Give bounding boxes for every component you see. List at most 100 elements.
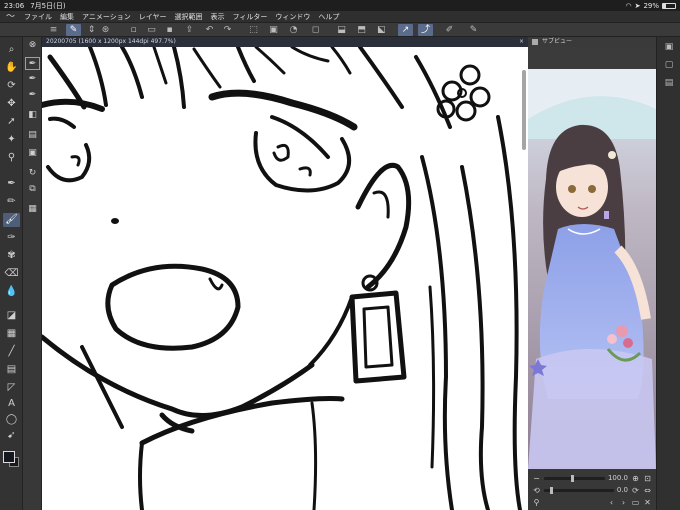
crop-icon[interactable]: ⬒ bbox=[354, 24, 369, 36]
menu-filter[interactable]: フィルター bbox=[233, 12, 268, 22]
subview-tab[interactable]: サブビュー bbox=[528, 37, 656, 47]
flip-icon[interactable]: ⇔ bbox=[643, 486, 652, 495]
tool-palette: ⌕ ✋ ⟳ ✥ ➚ ✦ ⚲ ✒ ✏ 🖌 ✑ ✾ ⌫ 💧 ◪ ▦ ╱ ▤ ◸ A … bbox=[0, 37, 23, 510]
ruler-icon[interactable]: ◸ bbox=[3, 381, 20, 395]
zoom-slider[interactable] bbox=[544, 474, 605, 482]
airbrush-icon[interactable]: ✑ bbox=[3, 231, 20, 245]
move-icon[interactable]: ✥ bbox=[3, 97, 20, 111]
rotation-slider[interactable] bbox=[544, 486, 614, 494]
reference-illustration bbox=[528, 69, 656, 469]
battery-percent: 29% bbox=[643, 1, 659, 10]
sub-tool-layers-icon[interactable]: ⧉ bbox=[25, 183, 40, 196]
decoration-icon[interactable]: ✾ bbox=[3, 249, 20, 263]
pencil-icon[interactable]: ✏ bbox=[3, 195, 20, 209]
blend-icon[interactable]: 💧 bbox=[3, 285, 20, 299]
gradient-icon[interactable]: ▦ bbox=[3, 327, 20, 341]
clear-icon[interactable]: ◻ bbox=[308, 24, 323, 36]
text-icon[interactable]: A bbox=[3, 397, 20, 411]
battery-icon bbox=[662, 2, 676, 9]
rotate-icon[interactable]: ⟳ bbox=[3, 79, 20, 93]
brush-size-icon[interactable]: ◔ bbox=[286, 24, 301, 36]
dock-menu-icon[interactable]: ▣ bbox=[662, 41, 676, 54]
dock-subview-icon[interactable]: ▢ bbox=[662, 59, 676, 72]
sub-tool-history-icon[interactable]: ↻ bbox=[25, 167, 40, 180]
menu-file[interactable]: ファイル bbox=[24, 12, 52, 22]
menu-window[interactable]: ウィンドウ bbox=[275, 12, 310, 22]
stepper-arrows-icon[interactable]: ⇕ bbox=[84, 24, 99, 36]
document-title: 20200705 (1600 x 1200px 144dpi 497.7%) bbox=[46, 38, 176, 45]
sub-tool-material-icon[interactable]: ▦ bbox=[25, 203, 40, 216]
brush-icon[interactable]: 🖌 bbox=[3, 213, 20, 227]
rotate-left-icon[interactable]: ⟲ bbox=[532, 486, 541, 495]
pen-pressure-icon[interactable]: ✐ bbox=[442, 24, 457, 36]
sub-tool-property-icon[interactable]: ▤ bbox=[25, 129, 40, 142]
sub-tool-panel-icon[interactable]: ▣ bbox=[25, 147, 40, 160]
new-file-icon[interactable]: ▫ bbox=[126, 24, 141, 36]
main-color-swatch[interactable] bbox=[3, 451, 15, 463]
hand-icon[interactable]: ✋ bbox=[3, 61, 20, 75]
edit-icon[interactable]: ✎ bbox=[466, 24, 481, 36]
select-all-icon[interactable]: ⬕ bbox=[374, 24, 389, 36]
redo-icon[interactable]: ↷ bbox=[220, 24, 235, 36]
reset-rotation-icon[interactable]: ⟳ bbox=[631, 486, 640, 495]
undo-icon[interactable]: ↶ bbox=[202, 24, 217, 36]
sub-tool-pen-b-icon[interactable]: ✒ bbox=[25, 73, 40, 86]
command-bar: ≡ ✎ ⇕ ⊛ ▫ ▭ ▪ ⇪ ↶ ↷ ⬚ ▣ ◔ ◻ ⬓ ⬒ ⬕ ↗ ⤴ ✐ … bbox=[0, 23, 680, 37]
pen-icon[interactable]: ✒ bbox=[3, 177, 20, 191]
eyedropper-icon[interactable]: ⚲ bbox=[3, 151, 20, 165]
fit-icon[interactable]: ⊡ bbox=[643, 474, 652, 483]
next-image-icon[interactable]: › bbox=[619, 498, 628, 507]
prev-image-icon[interactable]: ‹ bbox=[607, 498, 616, 507]
menu-edit[interactable]: 編集 bbox=[60, 12, 74, 22]
open-folder-icon[interactable]: ▭ bbox=[144, 24, 159, 36]
dock-layer-icon[interactable]: ▤ bbox=[662, 77, 676, 90]
subview-title: サブビュー bbox=[542, 38, 573, 45]
lasso-icon[interactable]: ⬚ bbox=[246, 24, 261, 36]
menu-selection[interactable]: 選択範囲 bbox=[175, 12, 203, 22]
sub-tool-pen-a-icon[interactable]: ✒ bbox=[25, 57, 40, 70]
subview-reference-image[interactable] bbox=[528, 69, 656, 469]
eyedropper-sub-icon[interactable]: ⚲ bbox=[532, 498, 541, 507]
canvas-scrollbar[interactable] bbox=[522, 70, 526, 150]
correct-line-icon[interactable]: ➹ bbox=[3, 429, 20, 443]
balloon-icon[interactable]: ◯ bbox=[3, 413, 20, 427]
menu-help[interactable]: ヘルプ bbox=[318, 12, 339, 22]
quick-access-icon[interactable]: ✎ bbox=[66, 24, 81, 36]
app-logo-icon[interactable]: 〜 bbox=[6, 12, 16, 22]
magic-wand-icon[interactable]: ✦ bbox=[3, 133, 20, 147]
menu-layer[interactable]: レイヤー bbox=[139, 12, 167, 22]
smooth-icon[interactable]: ⤴ bbox=[418, 24, 433, 36]
fill-icon[interactable]: ▣ bbox=[266, 24, 281, 36]
clip-studio-app: 23:06 7月5日(日) ◠ ➤ 29% 〜 ファイル 編集 アニメーション … bbox=[0, 0, 680, 510]
hamburger-icon[interactable]: ≡ bbox=[46, 24, 61, 36]
sub-tool-layer-icon[interactable]: ◧ bbox=[25, 109, 40, 122]
menu-view[interactable]: 表示 bbox=[211, 12, 225, 22]
ios-status-bar: 23:06 7月5日(日) ◠ ➤ 29% bbox=[0, 0, 680, 11]
zoom-out-icon[interactable]: − bbox=[532, 474, 541, 483]
zoom-in-icon[interactable]: ⊕ bbox=[631, 474, 640, 483]
fill-bucket-icon[interactable]: ◪ bbox=[3, 309, 20, 323]
sub-tool-pen-c-icon[interactable]: ✒ bbox=[25, 89, 40, 102]
eraser-icon[interactable]: ⌫ bbox=[3, 267, 20, 281]
subview-header bbox=[528, 47, 656, 69]
settings-icon[interactable]: ⊛ bbox=[98, 24, 113, 36]
transform-icon[interactable]: ⬓ bbox=[334, 24, 349, 36]
close-icon[interactable]: × bbox=[519, 37, 524, 47]
frame-border-icon[interactable]: ▤ bbox=[3, 363, 20, 377]
wifi-icon: ◠ bbox=[625, 1, 632, 10]
save-icon[interactable]: ▪ bbox=[162, 24, 177, 36]
subview-controls: − 100.0 ⊕ ⊡ ⟲ 0.0 ⟳ ⇔ ⚲ ‹ › ▭ ✕ bbox=[528, 469, 656, 510]
menu-animation[interactable]: アニメーション bbox=[82, 12, 131, 22]
export-icon[interactable]: ⇪ bbox=[182, 24, 197, 36]
delete-image-icon[interactable]: ✕ bbox=[643, 498, 652, 507]
import-image-icon[interactable]: ▭ bbox=[631, 498, 640, 507]
drawing-canvas[interactable] bbox=[42, 47, 528, 510]
figure-icon[interactable]: ╱ bbox=[3, 345, 20, 359]
document-tab[interactable]: 20200705 (1600 x 1200px 144dpi 497.7%) × bbox=[42, 37, 528, 47]
menu-bar: 〜 ファイル 編集 アニメーション レイヤー 選択範囲 表示 フィルター ウィン… bbox=[0, 11, 680, 23]
operation-icon[interactable]: ➚ bbox=[3, 115, 20, 129]
stroke-icon[interactable]: ↗ bbox=[398, 24, 413, 36]
sub-tool-palette: ⊗ ✒ ✒ ✒ ◧ ▤ ▣ ↻ ⧉ ▦ bbox=[23, 37, 42, 510]
sub-tool-close-icon[interactable]: ⊗ bbox=[25, 39, 40, 52]
zoom-icon[interactable]: ⌕ bbox=[3, 43, 20, 57]
